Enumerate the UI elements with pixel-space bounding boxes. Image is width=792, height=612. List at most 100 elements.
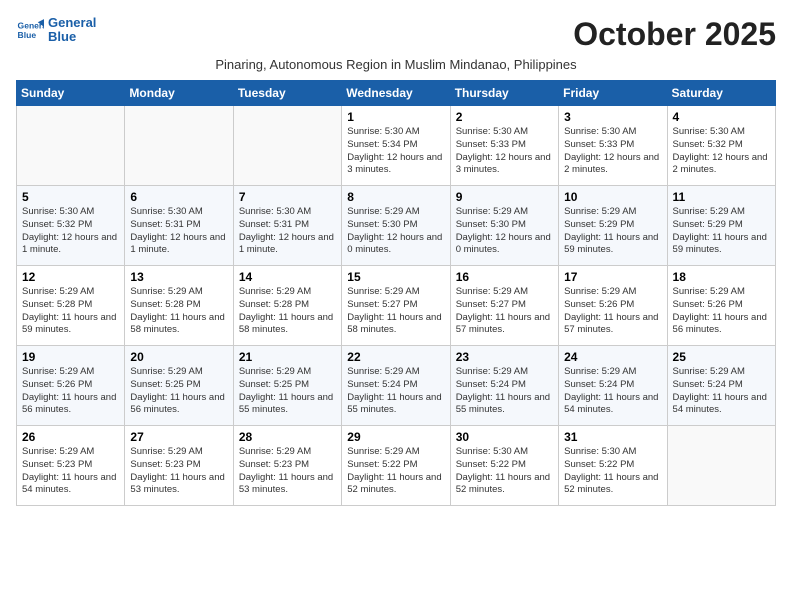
calendar-cell: 22 Sunrise: 5:29 AM Sunset: 5:24 PM Dayli…	[342, 346, 450, 426]
day-info: Sunrise: 5:29 AM Sunset: 5:23 PM Dayligh…	[239, 446, 336, 497]
calendar-cell: 21 Sunrise: 5:29 AM Sunset: 5:25 PM Dayli…	[233, 346, 341, 426]
calendar-cell: 31 Sunrise: 5:30 AM Sunset: 5:22 PM Dayli…	[559, 426, 667, 506]
calendar-cell: 18Sunrise: 5:29 AM Sunset: 5:26 PM Dayli…	[667, 266, 775, 346]
day-info: Sunrise: 5:30 AM Sunset: 5:34 PM Dayligh…	[347, 126, 444, 177]
weekday-header-sunday: Sunday	[17, 81, 125, 106]
day-number: 30	[456, 430, 553, 444]
day-info: Sunrise: 5:30 AM Sunset: 5:32 PM Dayligh…	[673, 126, 770, 177]
day-number: 11	[673, 190, 770, 204]
logo: General Blue General Blue	[16, 16, 96, 45]
day-number: 1	[347, 110, 444, 124]
calendar-cell	[125, 106, 233, 186]
calendar-cell: 3 Sunrise: 5:30 AM Sunset: 5:33 PM Daylig…	[559, 106, 667, 186]
svg-text:Blue: Blue	[18, 30, 37, 40]
calendar-cell: 17Sunrise: 5:29 AM Sunset: 5:26 PM Dayli…	[559, 266, 667, 346]
calendar-cell: 25 Sunrise: 5:29 AM Sunset: 5:24 PM Dayli…	[667, 346, 775, 426]
calendar-cell: 14 Sunrise: 5:29 AM Sunset: 5:28 PM Dayli…	[233, 266, 341, 346]
day-number: 27	[130, 430, 227, 444]
day-info: Sunrise: 5:29 AM Sunset: 5:29 PM Dayligh…	[673, 206, 770, 257]
day-number: 10	[564, 190, 661, 204]
weekday-header-saturday: Saturday	[667, 81, 775, 106]
day-number: 6	[130, 190, 227, 204]
weekday-header-wednesday: Wednesday	[342, 81, 450, 106]
day-info: Sunrise: 5:29 AM Sunset: 5:24 PM Dayligh…	[347, 366, 444, 417]
calendar-cell: 1 Sunrise: 5:30 AM Sunset: 5:34 PM Daylig…	[342, 106, 450, 186]
logo-line1: General	[48, 16, 96, 30]
weekday-header-tuesday: Tuesday	[233, 81, 341, 106]
day-info: Sunrise: 5:29 AM Sunset: 5:24 PM Dayligh…	[673, 366, 770, 417]
calendar-cell: 7Sunrise: 5:30 AM Sunset: 5:31 PM Daylig…	[233, 186, 341, 266]
day-number: 23	[456, 350, 553, 364]
day-info: Sunrise: 5:30 AM Sunset: 5:32 PM Dayligh…	[22, 206, 119, 257]
day-info: Sunrise: 5:29 AM Sunset: 5:30 PM Dayligh…	[347, 206, 444, 257]
day-info: Sunrise: 5:29 AM Sunset: 5:30 PM Dayligh…	[456, 206, 553, 257]
day-number: 22	[347, 350, 444, 364]
calendar-subtitle: Pinaring, Autonomous Region in Muslim Mi…	[16, 57, 776, 72]
day-info: Sunrise: 5:29 AM Sunset: 5:22 PM Dayligh…	[347, 446, 444, 497]
day-number: 3	[564, 110, 661, 124]
day-info: Sunrise: 5:29 AM Sunset: 5:24 PM Dayligh…	[564, 366, 661, 417]
day-number: 16	[456, 270, 553, 284]
day-info: Sunrise: 5:30 AM Sunset: 5:22 PM Dayligh…	[564, 446, 661, 497]
day-number: 13	[130, 270, 227, 284]
day-number: 31	[564, 430, 661, 444]
day-info: Sunrise: 5:29 AM Sunset: 5:23 PM Dayligh…	[130, 446, 227, 497]
calendar-table: SundayMondayTuesdayWednesdayThursdayFrid…	[16, 80, 776, 506]
day-number: 5	[22, 190, 119, 204]
weekday-header-friday: Friday	[559, 81, 667, 106]
calendar-cell	[17, 106, 125, 186]
day-number: 26	[22, 430, 119, 444]
calendar-cell: 23 Sunrise: 5:29 AM Sunset: 5:24 PM Dayli…	[450, 346, 558, 426]
day-info: Sunrise: 5:29 AM Sunset: 5:25 PM Dayligh…	[239, 366, 336, 417]
calendar-cell: 6 Sunrise: 5:30 AM Sunset: 5:31 PM Daylig…	[125, 186, 233, 266]
calendar-cell	[233, 106, 341, 186]
day-info: Sunrise: 5:29 AM Sunset: 5:27 PM Dayligh…	[347, 286, 444, 337]
weekday-header-monday: Monday	[125, 81, 233, 106]
calendar-cell	[667, 426, 775, 506]
calendar-cell: 4Sunrise: 5:30 AM Sunset: 5:32 PM Daylig…	[667, 106, 775, 186]
calendar-cell: 27 Sunrise: 5:29 AM Sunset: 5:23 PM Dayli…	[125, 426, 233, 506]
day-number: 21	[239, 350, 336, 364]
day-number: 14	[239, 270, 336, 284]
day-number: 20	[130, 350, 227, 364]
day-number: 2	[456, 110, 553, 124]
calendar-cell: 12 Sunrise: 5:29 AM Sunset: 5:28 PM Dayli…	[17, 266, 125, 346]
calendar-cell: 9 Sunrise: 5:29 AM Sunset: 5:30 PM Daylig…	[450, 186, 558, 266]
day-number: 12	[22, 270, 119, 284]
calendar-cell: 2 Sunrise: 5:30 AM Sunset: 5:33 PM Daylig…	[450, 106, 558, 186]
day-info: Sunrise: 5:29 AM Sunset: 5:28 PM Dayligh…	[130, 286, 227, 337]
calendar-cell: 16 Sunrise: 5:29 AM Sunset: 5:27 PM Dayli…	[450, 266, 558, 346]
day-info: Sunrise: 5:29 AM Sunset: 5:23 PM Dayligh…	[22, 446, 119, 497]
calendar-cell: 28 Sunrise: 5:29 AM Sunset: 5:23 PM Dayli…	[233, 426, 341, 506]
calendar-cell: 20Sunrise: 5:29 AM Sunset: 5:25 PM Dayli…	[125, 346, 233, 426]
day-info: Sunrise: 5:30 AM Sunset: 5:33 PM Dayligh…	[564, 126, 661, 177]
day-number: 19	[22, 350, 119, 364]
day-number: 9	[456, 190, 553, 204]
day-info: Sunrise: 5:30 AM Sunset: 5:33 PM Dayligh…	[456, 126, 553, 177]
day-info: Sunrise: 5:29 AM Sunset: 5:29 PM Dayligh…	[564, 206, 661, 257]
day-info: Sunrise: 5:29 AM Sunset: 5:24 PM Dayligh…	[456, 366, 553, 417]
calendar-cell: 19 Sunrise: 5:29 AM Sunset: 5:26 PM Dayli…	[17, 346, 125, 426]
day-info: Sunrise: 5:29 AM Sunset: 5:26 PM Dayligh…	[22, 366, 119, 417]
calendar-cell: 11 Sunrise: 5:29 AM Sunset: 5:29 PM Dayli…	[667, 186, 775, 266]
day-number: 29	[347, 430, 444, 444]
day-number: 28	[239, 430, 336, 444]
day-info: Sunrise: 5:29 AM Sunset: 5:27 PM Dayligh…	[456, 286, 553, 337]
calendar-cell: 8 Sunrise: 5:29 AM Sunset: 5:30 PM Daylig…	[342, 186, 450, 266]
month-title: October 2025	[573, 16, 776, 53]
day-info: Sunrise: 5:29 AM Sunset: 5:28 PM Dayligh…	[22, 286, 119, 337]
day-number: 8	[347, 190, 444, 204]
calendar-cell: 26 Sunrise: 5:29 AM Sunset: 5:23 PM Dayli…	[17, 426, 125, 506]
calendar-cell: 30Sunrise: 5:30 AM Sunset: 5:22 PM Dayli…	[450, 426, 558, 506]
day-info: Sunrise: 5:29 AM Sunset: 5:28 PM Dayligh…	[239, 286, 336, 337]
day-info: Sunrise: 5:29 AM Sunset: 5:26 PM Dayligh…	[564, 286, 661, 337]
day-info: Sunrise: 5:30 AM Sunset: 5:31 PM Dayligh…	[130, 206, 227, 257]
day-number: 25	[673, 350, 770, 364]
weekday-header-thursday: Thursday	[450, 81, 558, 106]
day-number: 24	[564, 350, 661, 364]
calendar-cell: 29 Sunrise: 5:29 AM Sunset: 5:22 PM Dayli…	[342, 426, 450, 506]
calendar-cell: 5 Sunrise: 5:30 AM Sunset: 5:32 PM Daylig…	[17, 186, 125, 266]
logo-line2: Blue	[48, 30, 96, 44]
calendar-cell: 15Sunrise: 5:29 AM Sunset: 5:27 PM Dayli…	[342, 266, 450, 346]
calendar-cell: 13 Sunrise: 5:29 AM Sunset: 5:28 PM Dayli…	[125, 266, 233, 346]
